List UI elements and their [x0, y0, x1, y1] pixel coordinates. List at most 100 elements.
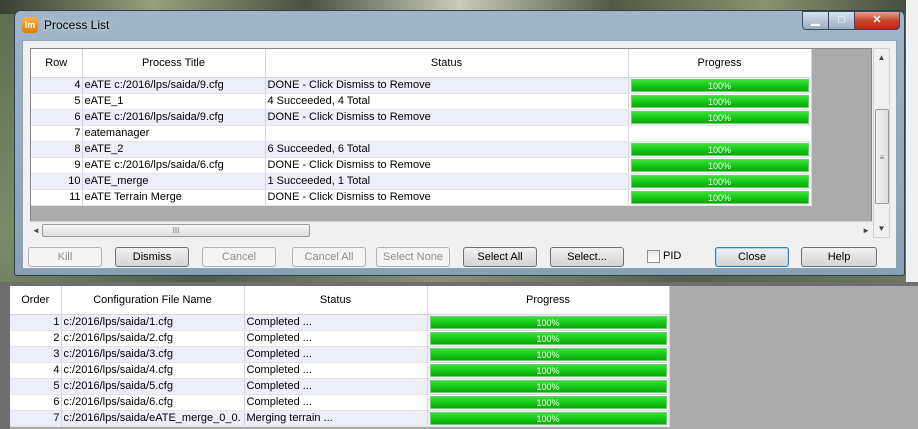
- app-icon: Im: [22, 17, 38, 33]
- progress-bar: 100%: [429, 379, 667, 393]
- background-panel: [906, 0, 918, 282]
- select-all-button[interactable]: Select All: [463, 247, 537, 267]
- table-row[interactable]: 3 c:/2016/lps/saida/3.cfg Completed ... 100…: [10, 346, 670, 363]
- progress-bar: 100%: [429, 347, 667, 361]
- window-client: Row Process Title Status Progress 4 eATE c:/…: [22, 40, 897, 269]
- select-none-button[interactable]: Select None: [376, 247, 450, 267]
- column-header[interactable]: Configuration File Name: [61, 286, 245, 315]
- progress-cell: 100%: [427, 410, 670, 427]
- progress-cell: [628, 125, 812, 142]
- table-row[interactable]: 7 c:/2016/lps/saida/eATE_merge_0_0. Mergin…: [10, 410, 670, 427]
- vertical-scrollbar[interactable]: ▲ ≡ ▼: [873, 48, 890, 238]
- row-cell: 10: [31, 173, 83, 190]
- status-cell: DONE - Click Dismiss to Remove: [265, 77, 629, 94]
- horizontal-scrollbar[interactable]: ◄ III ►: [30, 221, 872, 238]
- progress-cell: 100%: [628, 77, 812, 94]
- status-cell: 4 Succeeded, 4 Total: [265, 93, 629, 110]
- cancel-button[interactable]: Cancel: [202, 247, 276, 267]
- dismiss-button[interactable]: Dismiss: [115, 247, 189, 267]
- progress-bar: 100%: [429, 395, 667, 409]
- maximize-button[interactable]: □: [828, 11, 855, 30]
- title-cell: eATE c:/2016/lps/saida/9.cfg: [82, 77, 266, 94]
- column-header[interactable]: Progress: [427, 286, 670, 315]
- progress-cell: 100%: [427, 346, 670, 363]
- table-row[interactable]: 7 eatemanager: [31, 125, 812, 142]
- title-cell: eATE c:/2016/lps/saida/9.cfg: [82, 109, 266, 126]
- column-header[interactable]: Row: [31, 49, 83, 78]
- progress-bar: 100%: [630, 78, 809, 92]
- title-bar[interactable]: Im Process List ▁ □ ✕: [15, 11, 904, 39]
- progress-bar: 100%: [429, 315, 667, 329]
- table-row[interactable]: 1 c:/2016/lps/saida/1.cfg Completed ... 100…: [10, 314, 670, 331]
- progress-bar: 100%: [630, 110, 809, 124]
- scroll-right-arrow-icon[interactable]: ►: [862, 222, 870, 239]
- file-cell: c:/2016/lps/saida/2.cfg: [61, 330, 245, 347]
- status-cell: Completed ...: [244, 394, 428, 411]
- kill-button[interactable]: Kill: [28, 247, 102, 267]
- status-cell: Merging terrain ...: [244, 410, 428, 427]
- scroll-down-arrow-icon[interactable]: ▼: [874, 220, 889, 237]
- process-table: Row Process Title Status Progress 4 eATE c:/…: [30, 48, 872, 238]
- column-header[interactable]: Progress: [628, 49, 812, 78]
- title-cell: eATE Terrain Merge: [82, 189, 266, 206]
- table-row[interactable]: 4 eATE c:/2016/lps/saida/9.cfg DONE - Clic…: [31, 77, 812, 94]
- progress-bar: 100%: [630, 142, 809, 156]
- table-row[interactable]: 4 c:/2016/lps/saida/4.cfg Completed ... 100…: [10, 362, 670, 379]
- table-row[interactable]: 11 eATE Terrain Merge DONE - Click Dismiss…: [31, 189, 812, 206]
- close-window-button[interactable]: ✕: [854, 11, 900, 30]
- file-cell: c:/2016/lps/saida/6.cfg: [61, 394, 245, 411]
- status-cell: DONE - Click Dismiss to Remove: [265, 189, 629, 206]
- file-cell: c:/2016/lps/saida/1.cfg: [61, 314, 245, 331]
- table-row[interactable]: 5 eATE_1 4 Succeeded, 4 Total 100%: [31, 93, 812, 110]
- table-row[interactable]: 6 c:/2016/lps/saida/6.cfg Completed ... 100…: [10, 394, 670, 411]
- row-cell: 6: [31, 109, 83, 126]
- progress-cell: 100%: [628, 189, 812, 206]
- pid-checkbox[interactable]: [647, 250, 660, 263]
- row-cell: 9: [31, 157, 83, 174]
- scroll-up-arrow-icon[interactable]: ▲: [874, 49, 889, 66]
- progress-cell: 100%: [427, 378, 670, 395]
- horizontal-scroll-thumb[interactable]: III: [42, 224, 310, 237]
- order-cell: 4: [10, 362, 62, 379]
- progress-cell: 100%: [628, 157, 812, 174]
- table-row[interactable]: 6 eATE c:/2016/lps/saida/9.cfg DONE - Clic…: [31, 109, 812, 126]
- select-button[interactable]: Select...: [550, 247, 624, 267]
- status-cell: DONE - Click Dismiss to Remove: [265, 157, 629, 174]
- status-cell: 1 Succeeded, 1 Total: [265, 173, 629, 190]
- close-button[interactable]: Close: [715, 247, 789, 267]
- column-header[interactable]: Order: [10, 286, 62, 315]
- title-cell: eatemanager: [82, 125, 266, 142]
- help-button[interactable]: Help: [801, 247, 877, 267]
- table-row[interactable]: 2 c:/2016/lps/saida/2.cfg Completed ... 100…: [10, 330, 670, 347]
- minimize-button[interactable]: ▁: [802, 11, 829, 30]
- process-list-window: Im Process List ▁ □ ✕ Row Process Title St…: [14, 10, 905, 276]
- table-row[interactable]: 5 c:/2016/lps/saida/5.cfg Completed ... 100…: [10, 378, 670, 395]
- progress-bar: 100%: [630, 158, 809, 172]
- progress-bar: 100%: [630, 190, 809, 204]
- column-header[interactable]: Status: [265, 49, 629, 78]
- status-cell: Completed ...: [244, 346, 428, 363]
- file-cell: c:/2016/lps/saida/4.cfg: [61, 362, 245, 379]
- table-row[interactable]: 8 eATE_2 6 Succeeded, 6 Total 100%: [31, 141, 812, 158]
- status-cell: Completed ...: [244, 378, 428, 395]
- progress-cell: 100%: [628, 93, 812, 110]
- order-cell: 7: [10, 410, 62, 427]
- progress-bar: 100%: [429, 411, 667, 425]
- title-cell: eATE_1: [82, 93, 266, 110]
- configuration-table: Order Configuration File Name Status Progre…: [10, 286, 918, 429]
- row-cell: 11: [31, 189, 83, 206]
- action-buttons: Kill Dismiss Cancel Cancel All Select No…: [23, 247, 896, 267]
- table-row[interactable]: 9 eATE c:/2016/lps/saida/6.cfg DONE - Clic…: [31, 157, 812, 174]
- file-cell: c:/2016/lps/saida/3.cfg: [61, 346, 245, 363]
- status-cell: Completed ...: [244, 330, 428, 347]
- table-row[interactable]: 10 eATE_merge 1 Succeeded, 1 Total 100%: [31, 173, 812, 190]
- status-cell: [265, 125, 629, 142]
- file-cell: c:/2016/lps/saida/5.cfg: [61, 378, 245, 395]
- cancel-all-button[interactable]: Cancel All: [292, 247, 366, 267]
- vertical-scroll-thumb[interactable]: ≡: [875, 109, 889, 204]
- column-header[interactable]: Process Title: [82, 49, 266, 78]
- progress-cell: 100%: [628, 173, 812, 190]
- column-header[interactable]: Status: [244, 286, 428, 315]
- scroll-left-arrow-icon[interactable]: ◄: [32, 222, 40, 239]
- progress-bar: 100%: [630, 94, 809, 108]
